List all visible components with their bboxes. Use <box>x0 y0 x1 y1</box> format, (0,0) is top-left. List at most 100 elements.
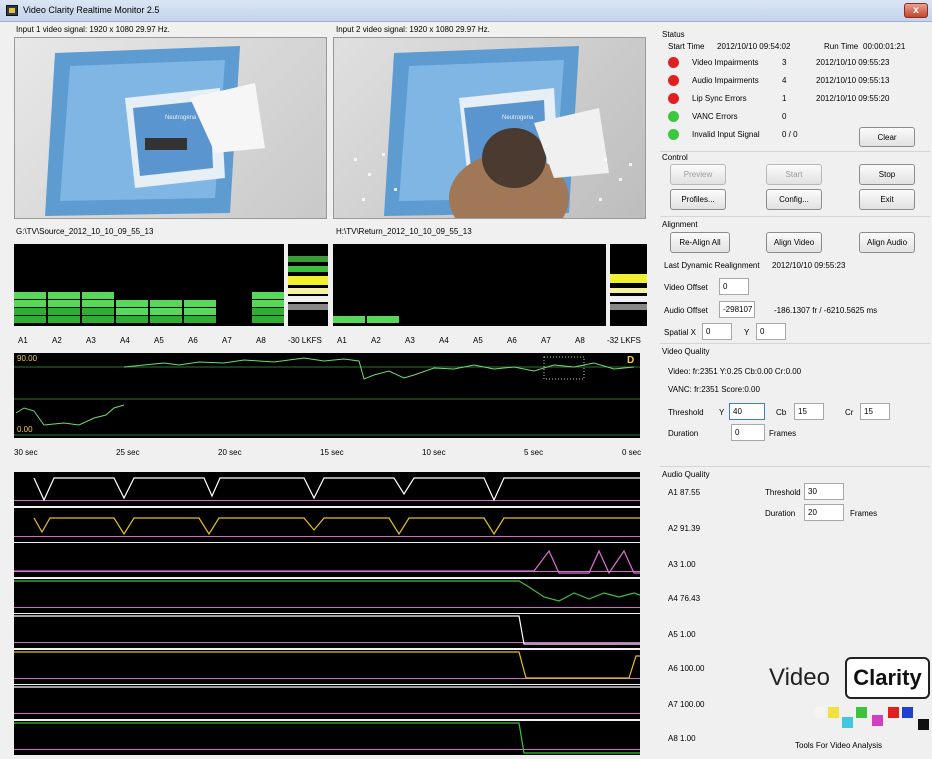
meter-bar-a2 <box>48 292 80 299</box>
last-realignment-label: Last Dynamic Realignment <box>664 261 760 270</box>
meter-bar-a4 <box>116 316 148 323</box>
input1-product-text: Neutrogena <box>165 115 197 121</box>
align-video-button[interactable]: Align Video <box>766 232 822 253</box>
preview-button[interactable]: Preview <box>670 164 726 185</box>
waveform-trace <box>14 721 640 754</box>
status-label: Lip Sync Errors <box>692 94 747 103</box>
status-label: Video Impairments <box>692 58 759 67</box>
threshold-cb-field[interactable]: 15 <box>794 403 824 420</box>
audio-channel-score: A5 1.00 <box>668 630 696 639</box>
start-time-value: 2012/10/10 09:54:02 <box>717 42 791 51</box>
waveform-4 <box>14 578 640 613</box>
video-quality-heading: Video Quality <box>662 347 710 356</box>
input2-file-path: H:\TV\Return_2012_10_10_09_55_13 <box>336 227 472 236</box>
clear-button[interactable]: Clear <box>859 127 915 147</box>
waveform-3 <box>14 543 640 577</box>
brand-square <box>814 707 825 718</box>
status-label: VANC Errors <box>692 112 738 121</box>
status-indicator-dot <box>668 111 679 122</box>
audio-duration-field[interactable]: 20 <box>804 504 844 521</box>
config-button[interactable]: Config... <box>766 189 822 210</box>
input1-lkfs-label: -30 LKFS <box>288 336 322 345</box>
graph-bottom-value: 0.00 <box>17 425 33 434</box>
align-audio-button[interactable]: Align Audio <box>859 232 915 253</box>
brand-square <box>888 707 899 718</box>
waveform-5 <box>14 614 640 648</box>
close-button[interactable]: x <box>904 3 928 18</box>
meter-bar-a1 <box>14 308 46 315</box>
status-indicator-dot <box>668 57 679 68</box>
input1-frame-image <box>45 46 265 216</box>
time-tick: 30 sec <box>14 448 38 457</box>
status-count: 0 / 0 <box>782 130 798 139</box>
time-tick: 10 sec <box>422 448 446 457</box>
video-offset-field[interactable]: 0 <box>719 278 749 295</box>
meter-bar-a1 <box>14 292 46 299</box>
time-axis: 30 sec 25 sec 20 sec 15 sec 10 sec 5 sec 0 sec <box>14 448 650 460</box>
profiles-button[interactable]: Profiles... <box>670 189 726 210</box>
audio-threshold-label: Threshold <box>765 488 801 497</box>
video-quality-graph: 90.00 0.00 D <box>14 353 640 438</box>
input1-channel-a6: A6 <box>188 336 198 345</box>
realign-all-button[interactable]: Re-Align All <box>670 232 730 253</box>
threshold-cr-field[interactable]: 15 <box>860 403 890 420</box>
meter-bar-a6 <box>184 316 216 323</box>
waveform-1 <box>14 472 640 506</box>
audio-frames-label: Frames <box>850 509 878 518</box>
audio-offset-info: -186.1307 fr / -6210.5625 ms <box>774 306 878 315</box>
audio-offset-field[interactable]: -298107 <box>719 301 755 318</box>
waveform-line <box>33 477 640 502</box>
brand-color-squares <box>814 703 930 731</box>
input2-video: Neutrogena <box>333 37 646 219</box>
meter-bar-a3 <box>82 292 114 299</box>
meter-bar-a8 <box>252 308 284 315</box>
brand-square <box>902 707 913 718</box>
meter-bar-a3 <box>82 316 114 323</box>
title-bar: Video Clarity Realtime Monitor 2.5 x <box>0 0 932 22</box>
audio-channel-score: A2 91.39 <box>668 524 701 533</box>
waveform-8 <box>14 720 640 755</box>
duration-label: Duration <box>668 429 699 438</box>
loudness-meter-input2 <box>610 244 647 326</box>
waveform-trace <box>14 615 640 645</box>
start-button[interactable]: Start <box>766 164 822 185</box>
waveform-trace <box>14 579 640 602</box>
input1-channel-a2: A2 <box>52 336 62 345</box>
brand-square <box>828 707 839 718</box>
input2-channel-a5: A5 <box>473 336 483 345</box>
brand-clarity-logo: Clarity <box>845 657 930 699</box>
waveform-6 <box>14 649 640 684</box>
input1-channel-a7: A7 <box>222 336 232 345</box>
threshold-y-field[interactable]: 40 <box>729 403 765 420</box>
spatial-x-field[interactable]: 0 <box>702 323 732 340</box>
input2-channel-a4: A4 <box>439 336 449 345</box>
spatial-y-field[interactable]: 0 <box>756 323 786 340</box>
audio-quality-heading: Audio Quality <box>662 470 710 479</box>
brand-tagline: Tools For Video Analysis <box>795 741 883 750</box>
status-label: Invalid Input Signal <box>692 130 760 139</box>
status-indicator-dot <box>668 93 679 104</box>
input1-file-path: G:\TV\Source_2012_10_10_09_55_13 <box>16 227 154 236</box>
channel-labels-input1: A1 A2 A3 A4 A5 A6 A7 A8 -30 LKFS <box>14 336 330 348</box>
meter-bar-a1 <box>14 316 46 323</box>
meter-bar-a2 <box>48 300 80 307</box>
input2-channel-a7: A7 <box>541 336 551 345</box>
meter-bar-a5 <box>150 300 182 307</box>
brand-square <box>872 715 883 726</box>
input1-channel-a5: A5 <box>154 336 164 345</box>
status-time: 2012/10/10 09:55:23 <box>816 58 890 67</box>
audio-threshold-field[interactable]: 30 <box>804 483 844 500</box>
input1-channel-a8: A8 <box>256 336 266 345</box>
audio-channel-score: A6 100.00 <box>668 664 705 673</box>
stop-button[interactable]: Stop <box>859 164 915 185</box>
meter-bar-a8 <box>252 292 284 299</box>
window-title: Video Clarity Realtime Monitor 2.5 <box>23 5 160 15</box>
duration-field[interactable]: 0 <box>731 424 765 441</box>
exit-button[interactable]: Exit <box>859 189 915 210</box>
run-time-value: 00:00:01:21 <box>863 42 906 51</box>
app-icon <box>6 5 18 16</box>
divider <box>660 216 930 217</box>
status-count: 3 <box>782 58 787 67</box>
meter-bar-a4 <box>116 300 148 307</box>
waveform-line <box>14 615 640 645</box>
